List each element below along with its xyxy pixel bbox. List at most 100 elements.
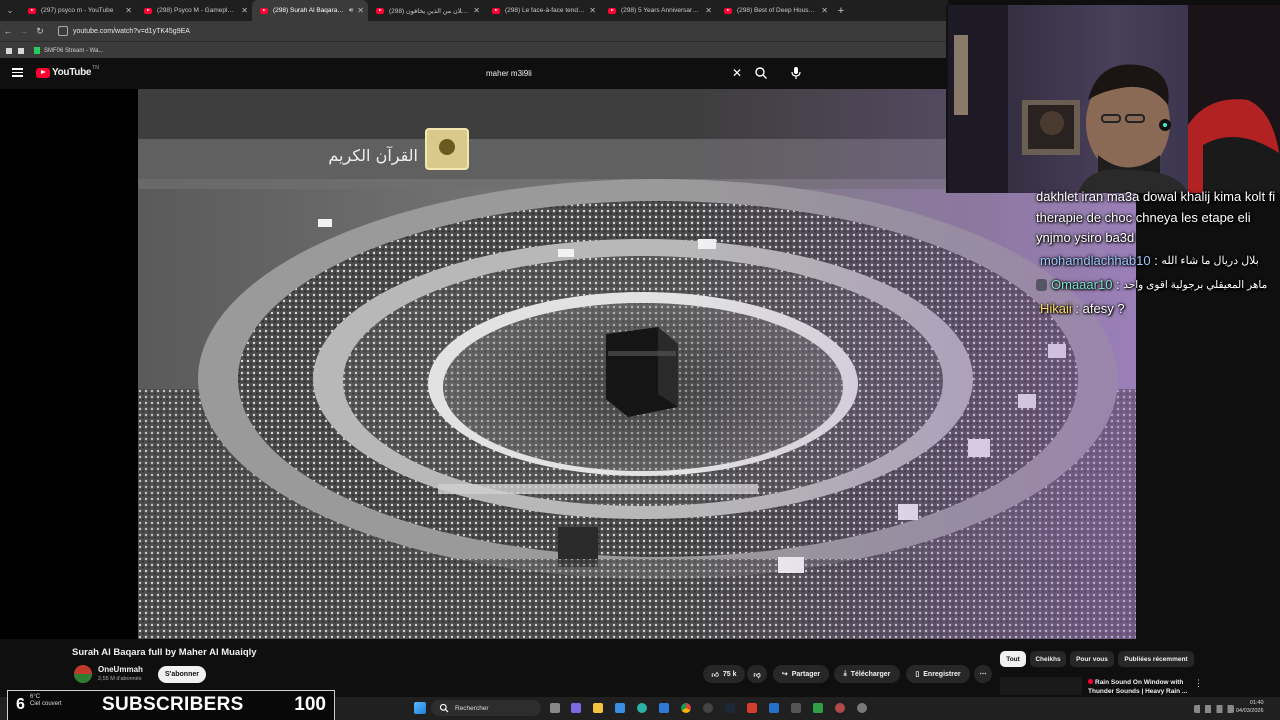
chat-message: dakhlet iran ma3a dowal khalij kima kolt… bbox=[1036, 189, 1276, 245]
close-tab-icon[interactable]: ✕ bbox=[241, 6, 248, 15]
url-field[interactable]: youtube.com/watch?v=d1yTK45g9EA bbox=[73, 28, 190, 35]
browser-tab[interactable]: (298) قال رجلان من الذين يخافون ✕ bbox=[368, 0, 484, 21]
channel-name[interactable]: OneUmmah bbox=[98, 665, 143, 674]
close-tab-icon[interactable]: ✕ bbox=[821, 6, 828, 15]
tab-label: (298) Best of Deep House [2024] bbox=[737, 7, 817, 14]
chip-for-you[interactable]: Pour vous bbox=[1070, 651, 1114, 667]
browser-tab[interactable]: (298) 5 Years Anniversary Special✕ bbox=[600, 0, 716, 21]
browser-tab-active[interactable]: (298) Surah Al Baqara full b 🔊︎ ✕ bbox=[252, 0, 368, 21]
chrome-icon[interactable] bbox=[681, 703, 691, 713]
close-tab-icon[interactable]: ✕ bbox=[473, 6, 480, 15]
app-red-icon[interactable] bbox=[747, 703, 757, 713]
steam-icon[interactable] bbox=[725, 703, 735, 713]
app-icon[interactable] bbox=[835, 703, 845, 713]
download-button[interactable]: ⤓ Télécharger bbox=[834, 665, 900, 683]
new-tab-icon[interactable]: + bbox=[832, 5, 850, 17]
mic-icon[interactable] bbox=[790, 66, 802, 80]
close-tab-icon[interactable]: ✕ bbox=[589, 6, 596, 15]
quran-watermark: القرآن الكريم bbox=[328, 146, 418, 166]
app-icon[interactable] bbox=[703, 703, 713, 713]
close-tab-icon[interactable]: ✕ bbox=[705, 6, 712, 15]
subscriber-label: SUBSCRIBERS bbox=[102, 694, 244, 715]
chat-text: ماهر المعيقلي برجولية اقوى واحد bbox=[1123, 278, 1268, 291]
chat-message: mohamdlachhab10 : بلال دريال ما شاء الله bbox=[1036, 249, 1280, 273]
taskbar-search[interactable]: Rechercher bbox=[431, 700, 541, 716]
dislike-button[interactable]: 👎︎ bbox=[747, 665, 767, 683]
save-button[interactable]: ▯ Enregistrer bbox=[906, 665, 970, 683]
reload-icon[interactable]: ↻ bbox=[32, 26, 48, 37]
site-info-icon[interactable] bbox=[58, 26, 68, 36]
browser-tab[interactable]: (297) psyco m - YouTube ✕ bbox=[20, 0, 136, 21]
youtube-logo[interactable]: YouTube TN bbox=[36, 65, 99, 78]
app-icon[interactable] bbox=[857, 703, 867, 713]
app-gray-icon[interactable] bbox=[791, 703, 801, 713]
media-player-icon[interactable] bbox=[813, 703, 823, 713]
like-button[interactable]: 👍︎ 75 k bbox=[703, 665, 745, 683]
chat-username: Hikaii bbox=[1040, 301, 1072, 316]
taskbar-clock[interactable]: 01:40 04/03/2026 bbox=[1236, 699, 1264, 715]
search-icon[interactable] bbox=[754, 66, 768, 80]
taskbar-search-placeholder: Rechercher bbox=[455, 704, 489, 712]
chip-cheikhs[interactable]: Cheikhs bbox=[1030, 651, 1066, 667]
teams-icon[interactable] bbox=[571, 703, 581, 713]
stream-chat: dakhlet iran ma3a dowal khalij kima kolt… bbox=[1036, 187, 1280, 327]
subscribe-button[interactable]: S'abonner bbox=[158, 666, 206, 683]
download-icon: ⤓ bbox=[843, 670, 847, 677]
subscriber-goal: 100 bbox=[294, 694, 326, 715]
browser-tab[interactable]: (298) Best of Deep House [2024] ✕ bbox=[716, 0, 832, 21]
clear-search-icon[interactable]: ✕ bbox=[732, 66, 742, 80]
streamer-webcam bbox=[946, 5, 1280, 193]
task-view-icon[interactable] bbox=[550, 703, 560, 713]
chat-message: Omaaar10 : ماهر المعيقلي برجولية اقوى وا… bbox=[1036, 273, 1280, 297]
recommended-video-title[interactable]: Rain Sound On Window with Thunder Sounds… bbox=[1088, 678, 1192, 696]
video-title: Surah Al Baqara full by Maher Al Muaiqly bbox=[72, 647, 257, 658]
channel-subscribers: 2,55 M d'abonnés bbox=[98, 676, 142, 682]
more-actions-button[interactable]: ⋯ bbox=[974, 665, 992, 683]
browser-tab[interactable]: (298) Psyco M - Gameplay Strategie ✕ bbox=[136, 0, 252, 21]
tray-icons[interactable] bbox=[1194, 705, 1234, 713]
chip-recent[interactable]: Publiées récemment bbox=[1118, 651, 1194, 667]
back-icon[interactable]: ← bbox=[0, 26, 16, 36]
forward-icon[interactable]: → bbox=[16, 26, 32, 36]
search-input[interactable]: maher m3i9li bbox=[486, 69, 726, 78]
chip-all[interactable]: Tout bbox=[1000, 651, 1026, 667]
browser-tab-strip: ⌄ (297) psyco m - YouTube ✕ (298) Psyco M… bbox=[0, 0, 948, 21]
webcam-image bbox=[948, 5, 1280, 193]
close-tab-icon[interactable]: ✕ bbox=[125, 6, 132, 15]
search-box: maher m3i9li ✕ bbox=[478, 64, 778, 83]
youtube-play-icon bbox=[36, 67, 50, 78]
tab-label: (298) 5 Years Anniversary Special bbox=[621, 7, 702, 14]
store-icon[interactable] bbox=[615, 703, 625, 713]
windows-start-icon[interactable] bbox=[414, 702, 426, 714]
tab-label: (298) Psyco M - Gameplay Strategie bbox=[157, 7, 237, 14]
download-label: Télécharger bbox=[850, 670, 891, 678]
like-count: 75 k bbox=[722, 670, 737, 678]
browser-tab[interactable]: (298) Le face-à-face tendu entre ✕ bbox=[484, 0, 600, 21]
edge-icon[interactable] bbox=[637, 703, 647, 713]
chat-badge-icon bbox=[1036, 278, 1047, 291]
apps-icon[interactable] bbox=[6, 47, 12, 54]
more-icon: ⋯ bbox=[979, 671, 987, 678]
thumbs-down-icon: 👎︎ bbox=[753, 671, 761, 679]
share-button[interactable]: ↪ Partager bbox=[773, 665, 829, 683]
youtube-favicon-icon bbox=[28, 7, 36, 14]
weather-temp: 6°C bbox=[30, 694, 41, 700]
close-tab-icon[interactable]: ✕ bbox=[357, 6, 364, 15]
taskbar-search-icon bbox=[439, 703, 449, 713]
menu-icon[interactable] bbox=[12, 68, 23, 77]
vpn-icon[interactable] bbox=[769, 703, 779, 713]
recommended-thumbnail[interactable] bbox=[1000, 677, 1082, 695]
chat-separator: : bbox=[1112, 277, 1124, 292]
tab-search-icon[interactable]: ⌄ bbox=[0, 5, 20, 16]
youtube-favicon-icon bbox=[492, 7, 500, 14]
clock-time: 01:40 bbox=[1249, 700, 1264, 706]
mail-icon[interactable] bbox=[659, 703, 669, 713]
bookmark-icon[interactable] bbox=[18, 47, 24, 54]
speaker-icon[interactable]: 🔊︎ bbox=[349, 7, 353, 15]
channel-avatar[interactable] bbox=[74, 665, 92, 683]
file-explorer-icon[interactable] bbox=[593, 703, 603, 713]
chat-text: afesy ? bbox=[1082, 301, 1125, 316]
chat-text: بلال دريال ما شاء الله bbox=[1161, 255, 1259, 267]
recommended-more-icon[interactable]: ⋮ bbox=[1194, 678, 1203, 689]
bookmark-item[interactable]: SMF06 Stream - Wa... bbox=[44, 48, 103, 54]
